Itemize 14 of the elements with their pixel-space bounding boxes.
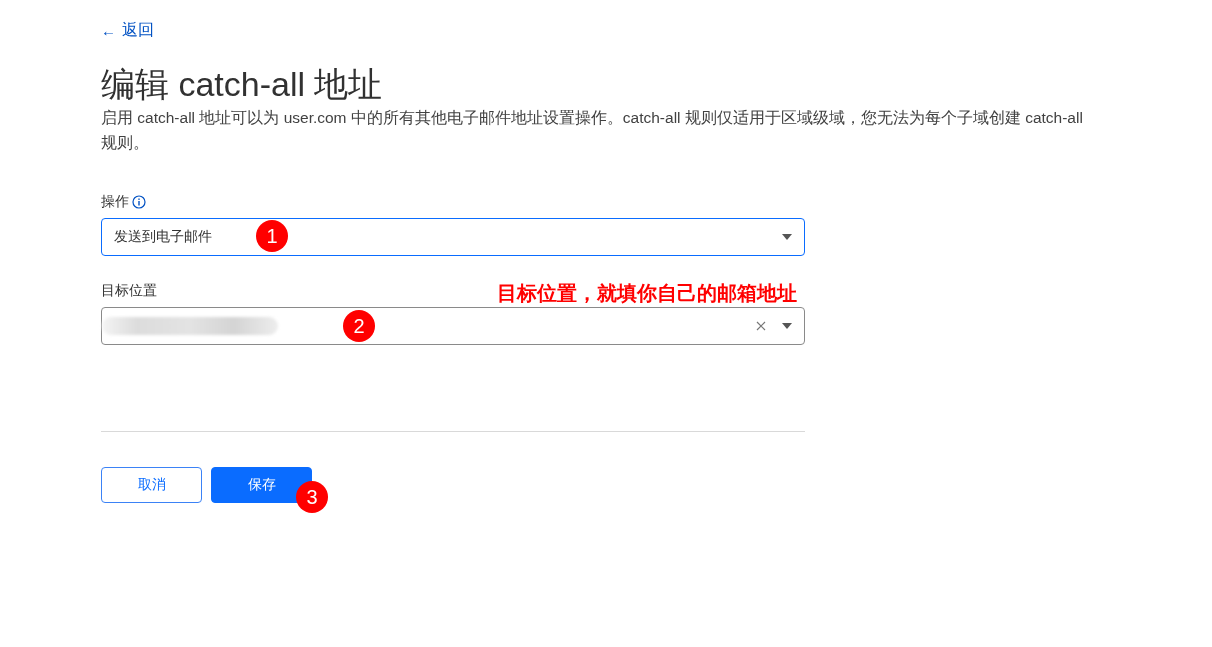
field-label: 操作 [101,193,129,211]
step-marker: 1 [256,220,288,252]
info-icon[interactable] [132,195,146,209]
field-label: 目标位置 [101,282,157,300]
step-marker: 3 [296,481,328,513]
select-field[interactable] [101,307,805,345]
cancel-button[interactable]: 取消 [101,467,202,503]
page-title: 编辑 catch-all 地址 [101,64,384,105]
caret-icon [782,234,792,240]
clear-icon[interactable] [756,321,766,331]
description-text: 启用 catch-all 地址可以为 user.com 中的所有其他电子邮件地址设置操作。catch-all 规则仅适用于区域级域，您无法为每个子域创建 catch-all 规则。 [101,108,1084,153]
back-link[interactable]: ← 返回 [101,20,154,41]
caret-icon [782,323,792,329]
step-marker: 2 [343,310,375,342]
